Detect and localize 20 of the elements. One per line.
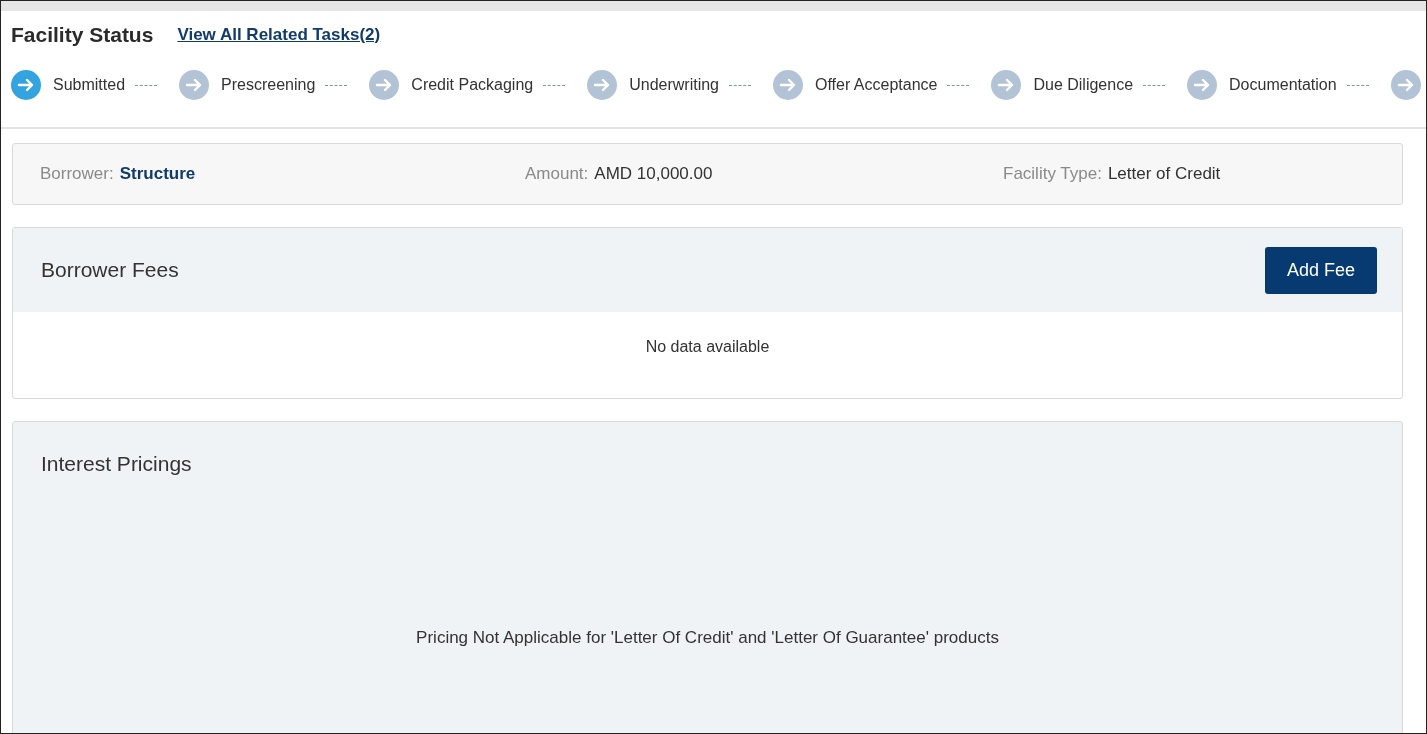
add-fee-button[interactable]: Add Fee [1264, 246, 1377, 294]
pricing-message: Pricing Not Applicable for 'Letter Of Credit' and 'Letter Of Guarantee' products [415, 628, 1000, 648]
field-value[interactable]: Structure [119, 164, 196, 184]
field-value: Letter of Credit [1107, 164, 1221, 184]
step-label: Offer Acceptance [815, 76, 938, 94]
card-title: Borrower Fees [41, 258, 179, 282]
field-label: Facility Type: [1003, 164, 1102, 184]
page-title: Facility Status [11, 23, 154, 47]
step-label: Submitted [53, 76, 126, 94]
empty-message: No data available [644, 337, 771, 357]
step-label: Due Diligence [1033, 76, 1134, 94]
field-label: Borrower: [40, 164, 114, 184]
card-title: Interest Pricings [41, 452, 193, 476]
related-tasks-link[interactable]: View All Related Tasks(2) [177, 25, 381, 45]
field-label: Amount: [525, 164, 589, 184]
step-label: Underwriting [629, 76, 719, 94]
step-label: Prescreening [221, 76, 316, 94]
step-label: Documentation [1229, 76, 1337, 94]
field-value: AMD 10,000.00 [594, 164, 713, 184]
step-label: Credit Packaging [411, 76, 534, 94]
